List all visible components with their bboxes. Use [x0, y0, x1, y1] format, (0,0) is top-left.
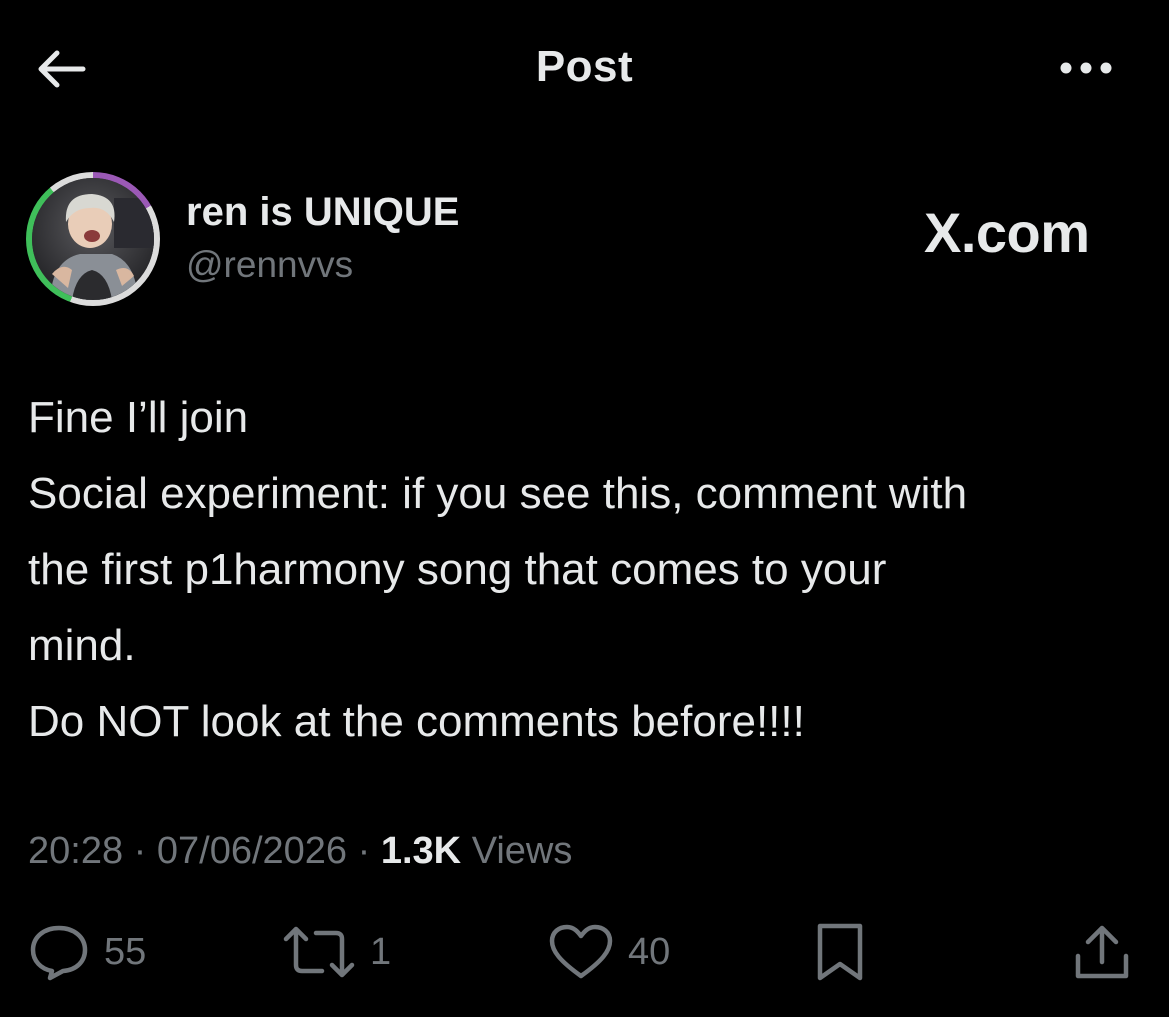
post-text-line: Fine I’ll join	[28, 393, 249, 442]
post-text-line: mind.	[28, 621, 136, 670]
avatar-photo	[32, 178, 154, 300]
post-text-line: the first p1harmony song that comes to y…	[28, 545, 887, 594]
post-text-line: Social experiment: if you see this, comm…	[28, 469, 968, 518]
more-dots-icon	[1060, 62, 1112, 74]
meta-separator: ·	[133, 830, 147, 872]
page-title: Post	[535, 42, 634, 91]
heart-icon	[549, 924, 613, 979]
post-date: 07/06/2026	[156, 830, 348, 872]
repost-count: 1	[370, 930, 392, 973]
bookmark-button[interactable]	[812, 922, 868, 982]
more-options-button[interactable]	[1050, 48, 1122, 88]
bookmark-icon	[817, 923, 863, 981]
views-label: Views	[471, 830, 573, 872]
like-button[interactable]: 40	[548, 922, 670, 982]
author-handle[interactable]: @rennvvs	[186, 244, 353, 286]
like-count: 40	[628, 930, 671, 973]
meta-separator: ·	[357, 830, 371, 872]
post-text-line: Do NOT look at the comments before!!!!	[28, 697, 805, 746]
reply-count: 55	[104, 930, 147, 973]
post-text: Fine I’ll join Social experiment: if you…	[28, 380, 1153, 760]
repost-button[interactable]: 1	[282, 922, 391, 982]
share-button[interactable]	[1070, 922, 1134, 982]
xcom-watermark: X.com	[924, 201, 1090, 264]
post-meta: 20:28 · 07/06/2026 · 1.3K Views	[28, 830, 572, 873]
reply-button[interactable]: 55	[28, 922, 146, 982]
share-icon	[1075, 925, 1129, 979]
views-count: 1.3K	[380, 830, 462, 872]
avatar[interactable]	[32, 178, 154, 300]
reply-bubble-icon	[30, 925, 88, 981]
post-time: 20:28	[28, 830, 124, 872]
author-display-name[interactable]: ren is UNIQUE	[186, 190, 459, 235]
repost-icon	[283, 926, 355, 978]
